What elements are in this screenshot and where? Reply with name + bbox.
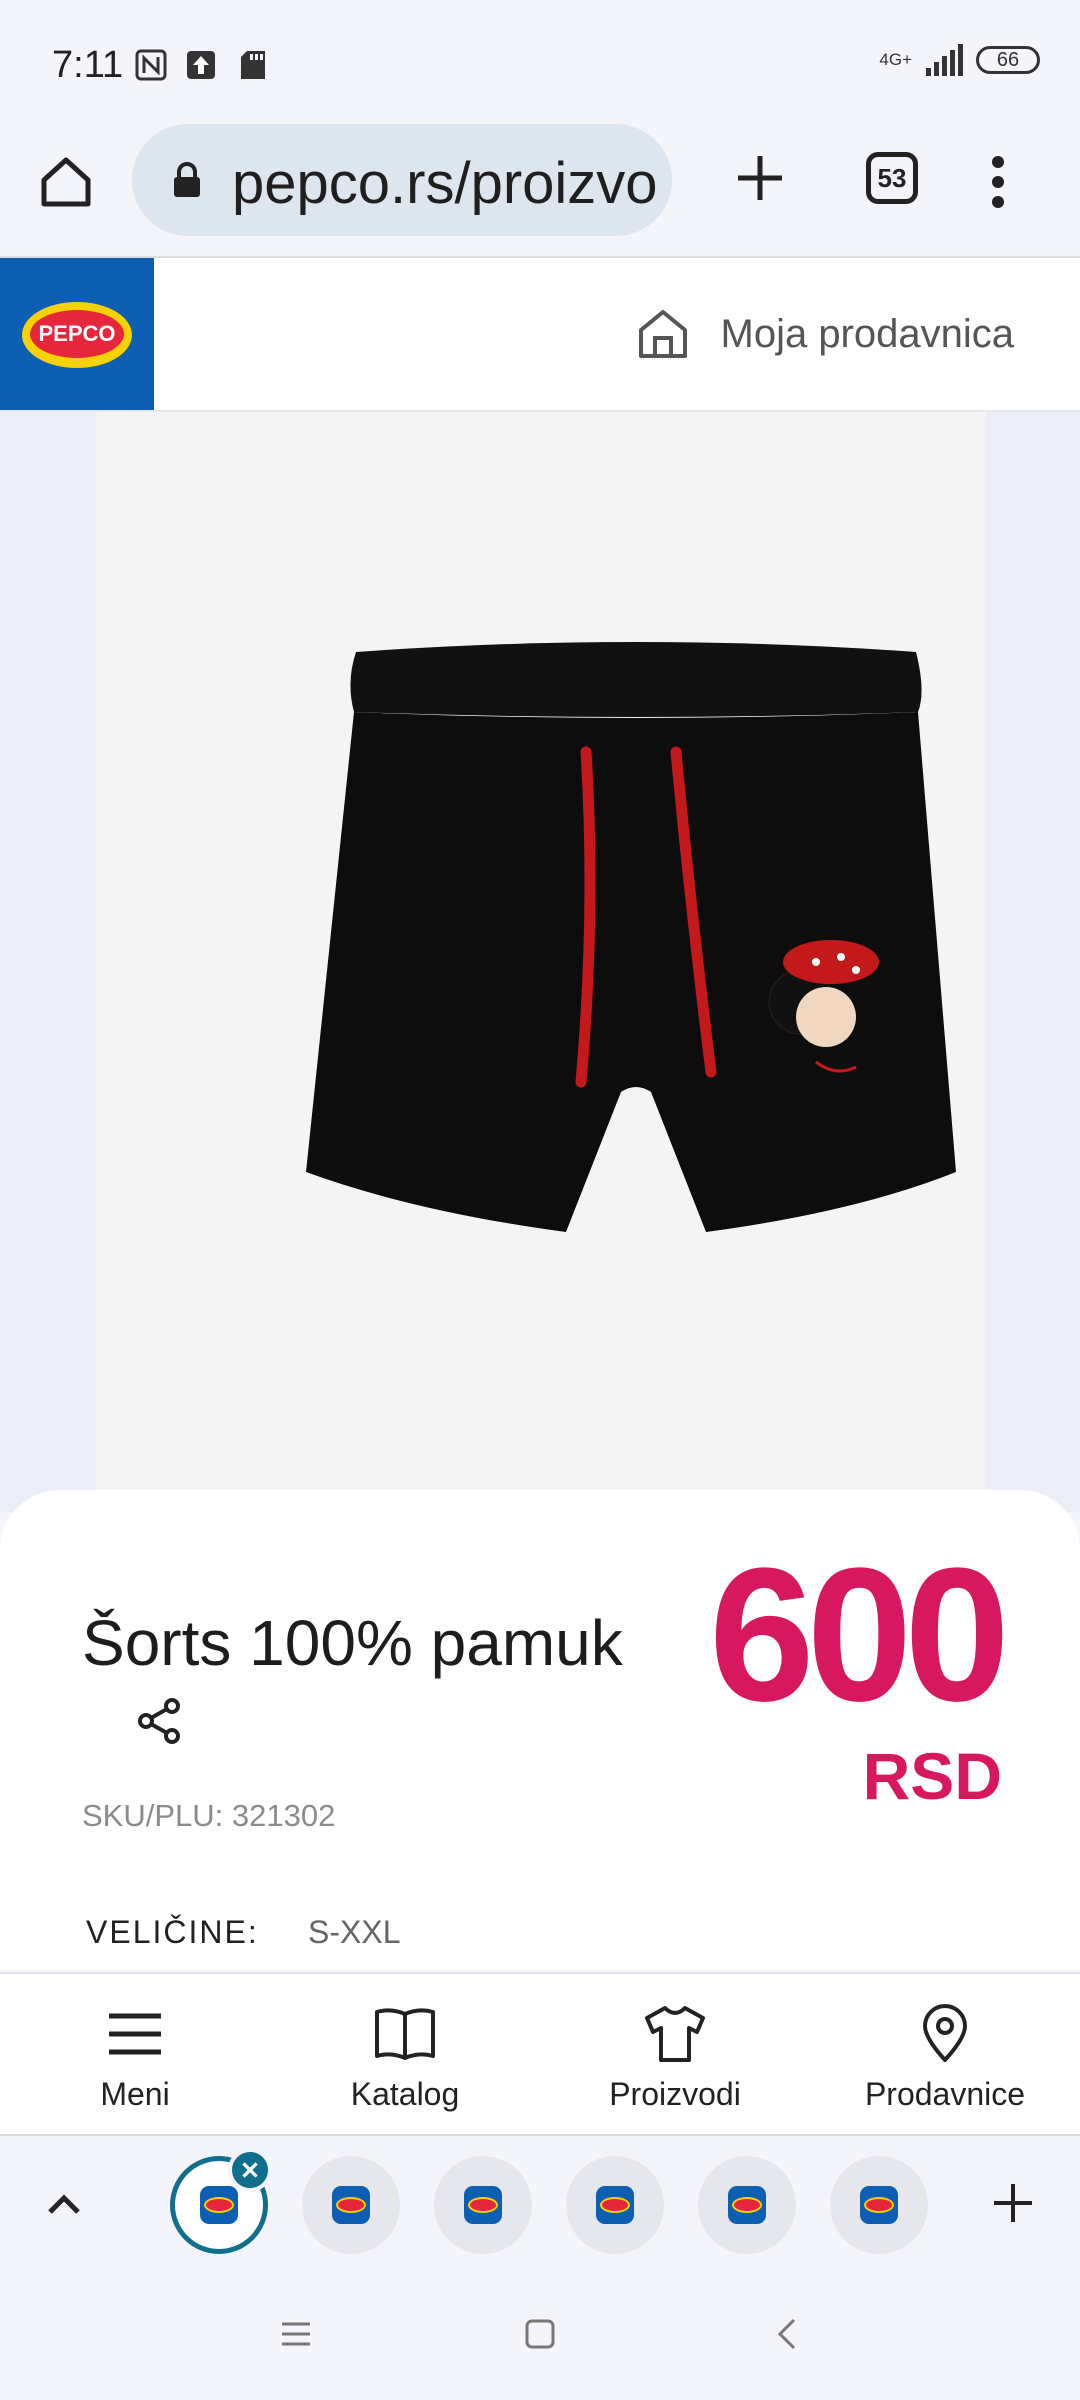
site-bottom-nav: Meni Katalog Proizvodi Prodavnice [0,1972,1080,2134]
signal-icon [926,44,963,76]
sizes-label: VELIČINE: [86,1914,259,1950]
nfc-icon [135,49,167,81]
location-pin-icon [923,2004,967,2062]
sd-card-icon [241,51,265,79]
browser-toolbar: pepco.rs/proizvo 53 [0,124,1080,258]
chevron-up-icon[interactable] [44,2184,84,2224]
product-info-card: Šorts 100% pamuk SKU/PLU: 321302 600 RSD… [0,1490,1080,1970]
share-icon[interactable] [134,1696,184,1746]
book-icon [375,2008,435,2060]
recents-icon[interactable] [274,2312,318,2356]
product-title: Šorts 100% pamuk [82,1607,623,1679]
system-nav-bar [0,2270,1080,2400]
address-bar[interactable]: pepco.rs/proizvo [132,124,672,236]
new-tab-icon[interactable] [732,150,788,206]
pepco-favicon [200,2186,238,2224]
my-store-link[interactable]: Moja prodavnica [635,306,1015,362]
tshirt-icon [645,2006,705,2062]
nav-label: Proizvodi [609,2076,741,2112]
battery-icon: 66 [976,46,1040,74]
hamburger-icon [109,2013,161,2055]
tab-thumbnail[interactable] [434,2156,532,2254]
more-menu-icon[interactable] [990,152,1006,212]
product-price: 600 [708,1529,1010,1741]
pepco-logo[interactable]: PEPCO [0,258,154,410]
nav-item-meni[interactable]: Meni [0,1974,270,2134]
nav-label: Meni [100,2076,170,2112]
status-time: 7:11 [52,44,124,86]
pepco-favicon [596,2186,634,2224]
nav-item-prodavnice[interactable]: Prodavnice [810,1974,1080,2134]
sizes-value: S-XXL [308,1914,401,1950]
add-tab-icon[interactable] [990,2180,1036,2226]
close-tab-icon[interactable] [228,2148,272,2192]
site-header: PEPCO Moja prodavnica [0,258,1080,412]
nav-label: Prodavnice [864,2076,1026,2112]
product-sku: SKU/PLU: 321302 [82,1798,336,1833]
home-icon[interactable] [36,152,96,212]
store-link-label: Moja prodavnica [720,311,1015,356]
store-home-icon [638,310,687,358]
url-text[interactable]: pepco.rs/proizvo [232,150,658,217]
tab-thumbnail[interactable] [830,2156,928,2254]
product-image-area [0,412,1080,1512]
pepco-favicon [860,2186,898,2224]
home-button-icon[interactable] [518,2312,562,2356]
tab-thumbnail[interactable] [302,2156,400,2254]
back-icon[interactable] [766,2312,810,2356]
browser-tab-strip [0,2134,1080,2270]
pepco-favicon [464,2186,502,2224]
price-currency: RSD [862,1739,1002,1813]
nav-label: Katalog [350,2076,460,2112]
status-bar: 7:11 4G+ 66 [0,0,1080,124]
nav-item-proizvodi[interactable]: Proizvodi [540,1974,810,2134]
shorts-image [306,642,956,1232]
pepco-favicon [332,2186,370,2224]
nav-item-katalog[interactable]: Katalog [270,1974,540,2134]
upload-icon [187,51,215,79]
tabs-icon[interactable]: 53 [866,152,918,204]
product-image[interactable] [96,412,986,1512]
lock-icon [174,162,200,197]
pepco-favicon [728,2186,766,2224]
tab-thumbnail[interactable] [698,2156,796,2254]
logo-text: PEPCO [30,310,124,358]
tab-thumbnail[interactable] [566,2156,664,2254]
network-type: 4G+ [879,50,912,69]
